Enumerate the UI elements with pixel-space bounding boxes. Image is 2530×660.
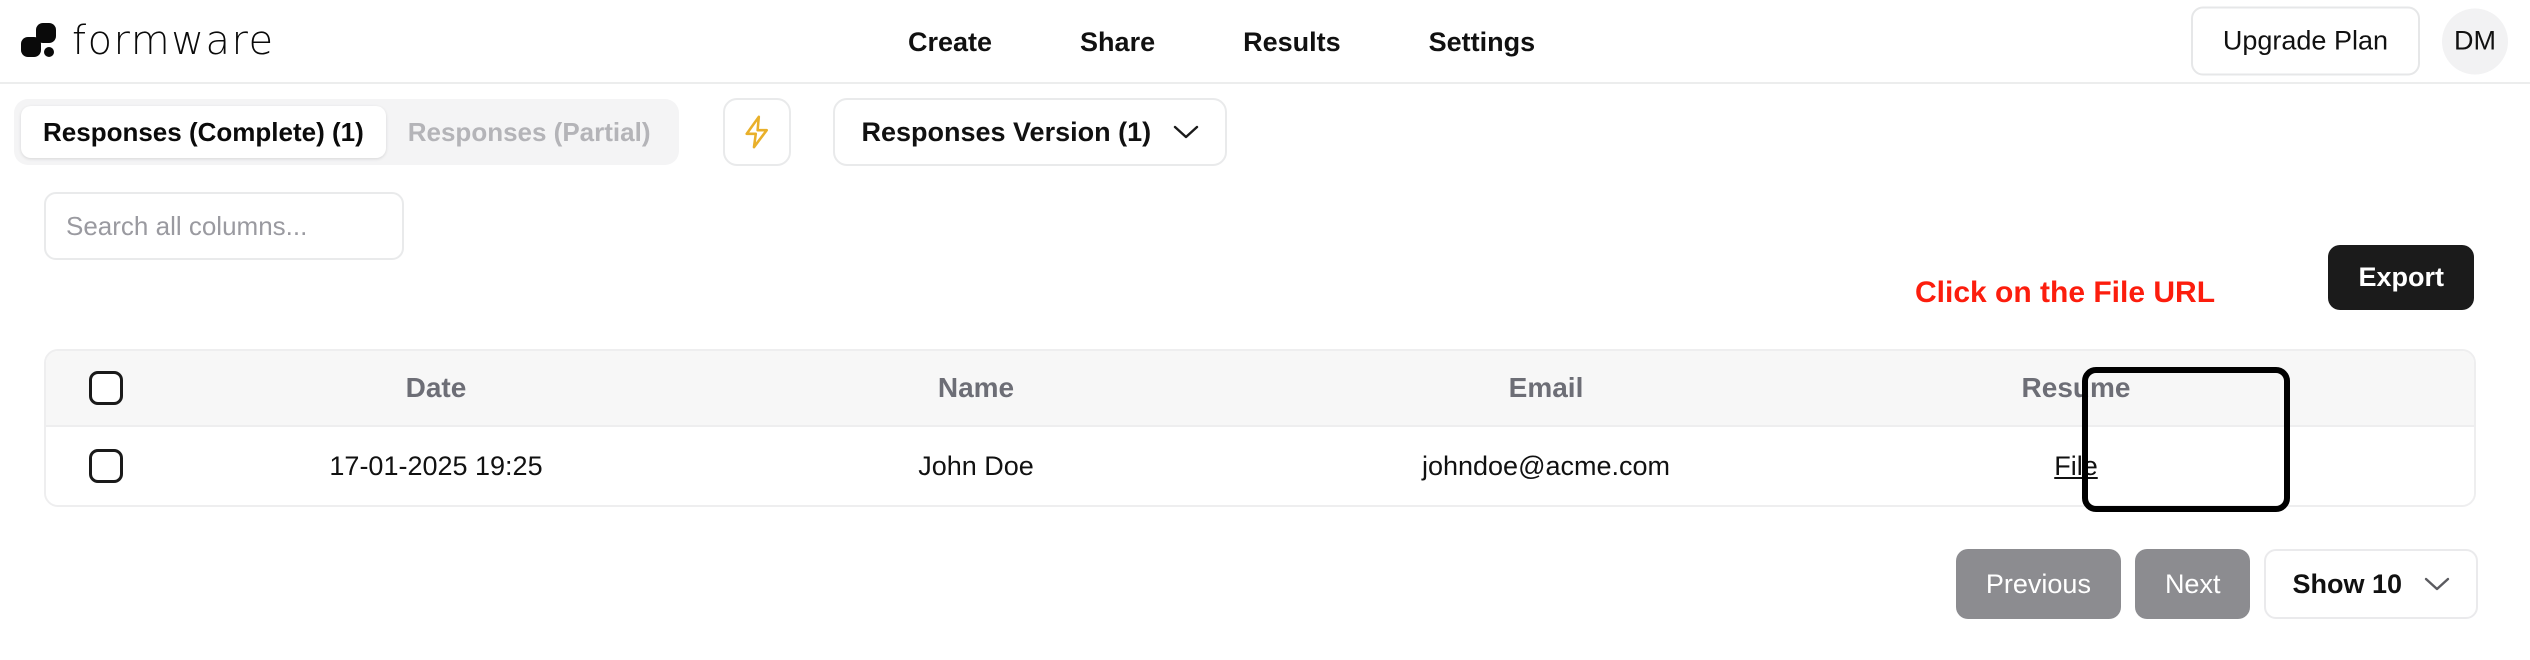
upgrade-plan-button[interactable]: Upgrade Plan [2191,7,2420,76]
column-header-name[interactable]: Name [706,351,1246,426]
column-header-email[interactable]: Email [1246,351,1846,426]
chevron-down-icon [2424,576,2450,592]
nav-item-settings[interactable]: Settings [1429,27,1536,58]
search-input[interactable] [44,192,404,260]
responses-table: Date Name Email Resume 17-01-2025 19:25 … [44,349,2476,507]
row-select-cell [46,426,166,505]
lightning-bolt-icon [742,115,772,149]
tab-toolbar-row: Responses (Complete) (1) Responses (Part… [0,84,2530,180]
cell-spacer [2306,426,2474,505]
column-header-date[interactable]: Date [166,351,706,426]
nav-item-create[interactable]: Create [908,27,992,58]
export-button[interactable]: Export [2328,245,2474,310]
avatar[interactable]: DM [2442,8,2508,74]
nav-item-share[interactable]: Share [1080,27,1155,58]
brand-wordmark: formware [72,21,275,61]
table-row: 17-01-2025 19:25 John Doe johndoe@acme.c… [46,426,2474,505]
page-size-select[interactable]: Show 10 [2264,549,2478,619]
annotation-click-file-url: Click on the File URL [1915,276,2215,310]
tab-responses-complete[interactable]: Responses (Complete) (1) [21,106,386,158]
top-right-actions: Upgrade Plan DM [2191,7,2508,76]
tab-responses-partial[interactable]: Responses (Partial) [386,106,673,158]
cell-email: johndoe@acme.com [1246,426,1846,505]
responses-version-label: Responses Version (1) [861,117,1151,148]
select-all-header [46,351,166,426]
previous-page-button[interactable]: Previous [1956,549,2121,619]
cell-name: John Doe [706,426,1246,505]
cell-resume: File [1846,426,2306,505]
resume-file-link[interactable]: File [2054,451,2098,481]
formware-logo-icon [18,21,62,61]
nav-item-results[interactable]: Results [1243,27,1341,58]
cell-date: 17-01-2025 19:25 [166,426,706,505]
main-navigation: Create Share Results Settings [908,0,1535,84]
responses-version-select[interactable]: Responses Version (1) [833,98,1227,166]
column-header-spacer [2306,351,2474,426]
chevron-down-icon [1173,124,1199,140]
next-page-button[interactable]: Next [2135,549,2251,619]
top-navigation-bar: formware Create Share Results Settings U… [0,0,2530,84]
select-all-checkbox[interactable] [89,371,123,405]
responses-tab-group: Responses (Complete) (1) Responses (Part… [14,99,679,165]
table-header-row: Date Name Email Resume [46,351,2474,426]
search-export-row [0,180,2530,276]
pagination-controls: Previous Next Show 10 [1956,549,2478,619]
brand-logo[interactable]: formware [18,21,275,61]
automation-bolt-button[interactable] [723,98,791,166]
page-size-label: Show 10 [2292,569,2402,600]
column-header-resume[interactable]: Resume [1846,351,2306,426]
row-checkbox[interactable] [89,449,123,483]
